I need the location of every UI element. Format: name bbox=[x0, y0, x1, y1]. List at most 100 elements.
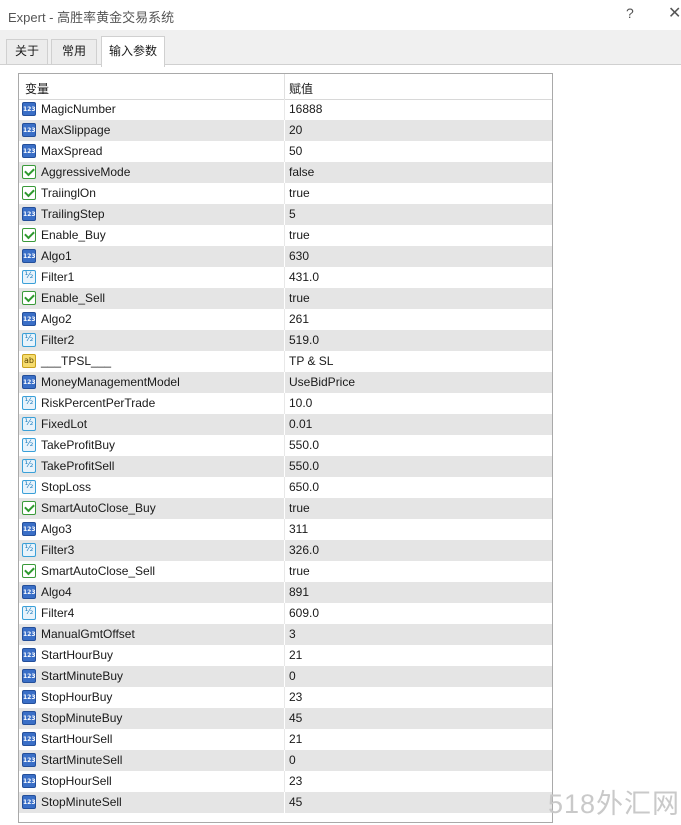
tab-about[interactable]: 关于 bbox=[6, 39, 48, 64]
parameter-value[interactable]: 16888 bbox=[289, 102, 322, 116]
parameter-row[interactable]: RiskPercentPerTrade 10.0 bbox=[19, 393, 552, 414]
parameter-value[interactable]: 431.0 bbox=[289, 270, 319, 284]
parameter-row[interactable]: TrailingStep 5 bbox=[19, 204, 552, 225]
inputs-grid: 变量 赋值 MagicNumber 16888 MaxSlippage 20 MaxSp… bbox=[18, 73, 553, 823]
column-header-variable[interactable]: 变量 bbox=[25, 80, 49, 97]
column-header-value[interactable]: 赋值 bbox=[289, 80, 313, 97]
parameter-value[interactable]: 21 bbox=[289, 732, 302, 746]
parameter-value[interactable]: 0 bbox=[289, 753, 296, 767]
parameter-row[interactable]: Algo4 891 bbox=[19, 582, 552, 603]
parameter-row[interactable]: StartHourBuy 21 bbox=[19, 645, 552, 666]
tab-inputs[interactable]: 输入参数 bbox=[101, 36, 165, 67]
parameter-value[interactable]: 20 bbox=[289, 123, 302, 137]
parameter-name: StopMinuteSell bbox=[41, 795, 122, 809]
parameter-value[interactable]: 891 bbox=[289, 585, 309, 599]
parameter-row[interactable]: StopLoss 650.0 bbox=[19, 477, 552, 498]
parameter-value[interactable]: 0.01 bbox=[289, 417, 312, 431]
double-icon bbox=[22, 438, 36, 452]
parameter-value[interactable]: 261 bbox=[289, 312, 309, 326]
parameter-name: Enable_Sell bbox=[41, 291, 106, 305]
parameter-row[interactable]: StartMinuteBuy 0 bbox=[19, 666, 552, 687]
parameter-row[interactable]: StartMinuteSell 0 bbox=[19, 750, 552, 771]
parameter-value[interactable]: 5 bbox=[289, 207, 296, 221]
integer-icon bbox=[22, 312, 36, 326]
string-icon bbox=[22, 354, 36, 368]
parameter-row[interactable]: Enable_Buy true bbox=[19, 225, 552, 246]
parameter-value[interactable]: 550.0 bbox=[289, 438, 319, 452]
parameter-value[interactable]: 21 bbox=[289, 648, 302, 662]
column-divider bbox=[284, 561, 285, 582]
parameter-value[interactable]: 10.0 bbox=[289, 396, 312, 410]
tab-common[interactable]: 常用 bbox=[51, 39, 97, 64]
help-button[interactable]: ? bbox=[626, 5, 634, 21]
parameter-row[interactable]: Filter2 519.0 bbox=[19, 330, 552, 351]
parameter-value[interactable]: 519.0 bbox=[289, 333, 319, 347]
double-icon bbox=[22, 480, 36, 494]
parameter-value[interactable]: 3 bbox=[289, 627, 296, 641]
parameter-value[interactable]: TP & SL bbox=[289, 354, 333, 368]
parameter-value[interactable]: true bbox=[289, 186, 310, 200]
parameter-row[interactable]: FixedLot 0.01 bbox=[19, 414, 552, 435]
column-divider bbox=[284, 477, 285, 498]
parameter-row[interactable]: MoneyManagementModel UseBidPrice bbox=[19, 372, 552, 393]
parameter-name: MaxSpread bbox=[41, 144, 103, 158]
parameter-name: StopHourSell bbox=[41, 774, 112, 788]
column-divider bbox=[284, 603, 285, 624]
close-button[interactable]: ✕ bbox=[668, 3, 681, 23]
parameter-row[interactable]: MagicNumber 16888 bbox=[19, 99, 552, 120]
parameter-row[interactable]: TakeProfitBuy 550.0 bbox=[19, 435, 552, 456]
parameter-value[interactable]: true bbox=[289, 564, 310, 578]
column-divider bbox=[284, 582, 285, 603]
parameter-value[interactable]: 50 bbox=[289, 144, 302, 158]
parameter-row[interactable]: ManualGmtOffset 3 bbox=[19, 624, 552, 645]
parameter-row[interactable]: Algo2 261 bbox=[19, 309, 552, 330]
parameter-row[interactable]: SmartAutoClose_Sell true bbox=[19, 561, 552, 582]
parameter-value[interactable]: true bbox=[289, 501, 310, 515]
parameter-value[interactable]: 23 bbox=[289, 774, 302, 788]
parameter-row[interactable]: Filter3 326.0 bbox=[19, 540, 552, 561]
parameter-value[interactable]: true bbox=[289, 228, 310, 242]
parameter-value[interactable]: UseBidPrice bbox=[289, 375, 355, 389]
integer-icon bbox=[22, 690, 36, 704]
column-divider bbox=[284, 330, 285, 351]
integer-icon bbox=[22, 753, 36, 767]
parameter-name: StartMinuteBuy bbox=[41, 669, 124, 683]
parameter-value[interactable]: true bbox=[289, 291, 310, 305]
boolean-icon bbox=[22, 501, 36, 515]
column-divider bbox=[284, 225, 285, 246]
integer-icon bbox=[22, 795, 36, 809]
parameter-name: AggressiveMode bbox=[41, 165, 131, 179]
column-divider[interactable] bbox=[284, 74, 285, 99]
parameter-row[interactable]: TakeProfitSell 550.0 bbox=[19, 456, 552, 477]
parameter-value[interactable]: 45 bbox=[289, 795, 302, 809]
parameter-row[interactable]: Enable_Sell true bbox=[19, 288, 552, 309]
parameter-row[interactable]: Algo3 311 bbox=[19, 519, 552, 540]
parameter-row[interactable]: SmartAutoClose_Buy true bbox=[19, 498, 552, 519]
integer-icon bbox=[22, 522, 36, 536]
parameter-value[interactable]: 311 bbox=[289, 522, 308, 536]
parameter-value[interactable]: 23 bbox=[289, 690, 302, 704]
integer-icon bbox=[22, 102, 36, 116]
parameter-row[interactable]: StartHourSell 21 bbox=[19, 729, 552, 750]
parameter-row[interactable]: StopMinuteBuy 45 bbox=[19, 708, 552, 729]
parameter-value[interactable]: 550.0 bbox=[289, 459, 319, 473]
parameter-row[interactable]: StopHourSell 23 bbox=[19, 771, 552, 792]
parameter-value[interactable]: 45 bbox=[289, 711, 302, 725]
parameter-row[interactable]: StopMinuteSell 45 bbox=[19, 792, 552, 813]
parameter-value[interactable]: 630 bbox=[289, 249, 309, 263]
window-title: Expert - 高胜率黄金交易系统 bbox=[8, 10, 175, 25]
parameter-row[interactable]: Algo1 630 bbox=[19, 246, 552, 267]
parameter-value[interactable]: 650.0 bbox=[289, 480, 319, 494]
parameter-value[interactable]: false bbox=[289, 165, 314, 179]
parameter-row[interactable]: MaxSlippage 20 bbox=[19, 120, 552, 141]
parameter-row[interactable]: Filter1 431.0 bbox=[19, 267, 552, 288]
parameter-value[interactable]: 609.0 bbox=[289, 606, 319, 620]
parameter-row[interactable]: TraiinglOn true bbox=[19, 183, 552, 204]
parameter-row[interactable]: Filter4 609.0 bbox=[19, 603, 552, 624]
parameter-row[interactable]: AggressiveMode false bbox=[19, 162, 552, 183]
parameter-row[interactable]: StopHourBuy 23 bbox=[19, 687, 552, 708]
parameter-row[interactable]: ___TPSL___ TP & SL bbox=[19, 351, 552, 372]
parameter-value[interactable]: 326.0 bbox=[289, 543, 319, 557]
parameter-row[interactable]: MaxSpread 50 bbox=[19, 141, 552, 162]
parameter-value[interactable]: 0 bbox=[289, 669, 296, 683]
